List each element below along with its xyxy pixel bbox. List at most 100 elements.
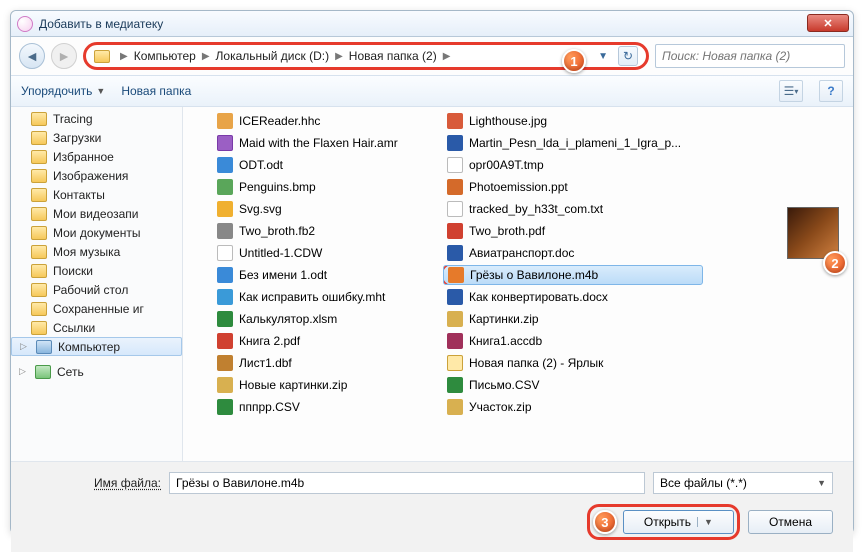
chevron-right-icon[interactable]: ▶ (441, 51, 453, 62)
chevron-down-icon[interactable]: ▼ (697, 517, 713, 527)
file-item[interactable]: ICEReader.hhc (213, 111, 443, 131)
file-name: Как конвертировать.docx (469, 290, 608, 304)
file-item[interactable]: Грёзы о Вавилоне.m4b (443, 265, 703, 285)
sidebar-item[interactable]: Ссылки (11, 318, 182, 337)
file-name: Книга1.accdb (469, 334, 542, 348)
file-item[interactable]: Penguins.bmp (213, 177, 443, 197)
view-menu-button[interactable]: ☰▾ (779, 80, 803, 102)
sidebar-item[interactable]: Tracing (11, 109, 182, 128)
sidebar-item[interactable]: Мои видеозапи (11, 204, 182, 223)
folder-icon (31, 150, 47, 164)
file-item[interactable]: Новая папка (2) - Ярлык (443, 353, 703, 373)
file-item[interactable]: Как конвертировать.docx (443, 287, 703, 307)
refresh-button[interactable]: ↻ (618, 46, 638, 66)
open-button[interactable]: Открыть ▼ (623, 510, 734, 534)
address-dropdown[interactable]: ▼ (592, 51, 614, 62)
file-item[interactable]: Без имени 1.odt (213, 265, 443, 285)
back-button[interactable]: ◄ (19, 43, 45, 69)
forward-button[interactable]: ► (51, 43, 77, 69)
file-item[interactable]: Martin_Pesn_lda_i_plameni_1_Igra_p... (443, 133, 703, 153)
toolbar: Упорядочить ▼ Новая папка ☰▾ ? (11, 75, 853, 107)
organize-menu[interactable]: Упорядочить ▼ (21, 84, 105, 98)
folder-icon (31, 321, 47, 335)
sidebar-item[interactable]: Загрузки (11, 128, 182, 147)
file-item[interactable]: Картинки.zip (443, 309, 703, 329)
itunes-icon (17, 16, 33, 32)
filetype-filter[interactable]: Все файлы (*.*) ▼ (653, 472, 833, 494)
file-name: Без имени 1.odt (239, 268, 327, 282)
file-icon (447, 157, 463, 173)
sidebar-item[interactable]: Сохраненные иг (11, 299, 182, 318)
file-item[interactable]: Svg.svg (213, 199, 443, 219)
file-name: Two_broth.fb2 (239, 224, 315, 238)
annotation-marker-1: 1 (562, 49, 586, 73)
file-item[interactable]: opr00A9T.tmp (443, 155, 703, 175)
file-name: пппрр.CSV (239, 400, 300, 414)
file-item[interactable]: Книга 2.pdf (213, 331, 443, 351)
file-name: Как исправить ошибку.mht (239, 290, 385, 304)
breadcrumb-computer[interactable]: Компьютер (134, 49, 196, 63)
file-item[interactable]: Two_broth.pdf (443, 221, 703, 241)
chevron-right-icon[interactable]: ▶ (333, 51, 345, 62)
file-item[interactable]: Книга1.accdb (443, 331, 703, 351)
sidebar-computer[interactable]: ▷Компьютер (11, 337, 182, 356)
file-icon (447, 289, 463, 305)
close-button[interactable]: ✕ (807, 14, 849, 32)
sidebar-item[interactable]: Избранное (11, 147, 182, 166)
file-item[interactable]: Новые картинки.zip (213, 375, 443, 395)
help-button[interactable]: ? (819, 80, 843, 102)
file-item[interactable]: Лист1.dbf (213, 353, 443, 373)
breadcrumb-folder[interactable]: Новая папка (2) (349, 49, 437, 63)
annotation-marker-3: 3 (593, 510, 617, 534)
sidebar-item[interactable]: Мои документы (11, 223, 182, 242)
address-bar[interactable]: ▶ Компьютер ▶ Локальный диск (D:) ▶ Нова… (83, 42, 649, 70)
file-name: Калькулятор.xlsm (239, 312, 337, 326)
file-name: Участок.zip (469, 400, 532, 414)
dialog-body: TracingЗагрузкиИзбранноеИзображенияКонта… (11, 107, 853, 461)
file-icon (217, 157, 233, 173)
file-icon (217, 201, 233, 217)
file-item[interactable]: Two_broth.fb2 (213, 221, 443, 241)
file-icon (447, 201, 463, 217)
file-item[interactable]: Maid with the Flaxen Hair.amr (213, 133, 443, 153)
file-item[interactable]: Untitled-1.CDW (213, 243, 443, 263)
file-name: Авиатранспорт.doc (469, 246, 574, 260)
chevron-right-icon[interactable]: ▶ (118, 51, 130, 62)
sidebar-item[interactable]: Поиски (11, 261, 182, 280)
filename-input[interactable] (169, 472, 645, 494)
chevron-right-icon[interactable]: ▶ (200, 51, 212, 62)
file-item[interactable]: Авиатранспорт.doc (443, 243, 703, 263)
cancel-button[interactable]: Отмена (748, 510, 833, 534)
sidebar-item[interactable]: Моя музыка (11, 242, 182, 261)
file-item[interactable]: Lighthouse.jpg (443, 111, 703, 131)
file-item[interactable]: Участок.zip (443, 397, 703, 417)
new-folder-button[interactable]: Новая папка (121, 84, 191, 98)
expand-icon[interactable]: ▷ (20, 341, 30, 352)
file-icon (447, 113, 463, 129)
sidebar-item[interactable]: Контакты (11, 185, 182, 204)
file-list: ICEReader.hhcMaid with the Flaxen Hair.a… (183, 107, 853, 461)
sidebar-item[interactable]: Изображения (11, 166, 182, 185)
file-item[interactable]: Письмо.CSV (443, 375, 703, 395)
file-name: Новая папка (2) - Ярлык (469, 356, 603, 370)
folder-icon (31, 264, 47, 278)
file-item[interactable]: ODT.odt (213, 155, 443, 175)
search-box[interactable] (655, 44, 845, 68)
breadcrumb-drive[interactable]: Локальный диск (D:) (216, 49, 330, 63)
file-item[interactable]: Калькулятор.xlsm (213, 309, 443, 329)
folder-icon (31, 245, 47, 259)
search-input[interactable] (662, 49, 838, 63)
file-item[interactable]: Как исправить ошибку.mht (213, 287, 443, 307)
file-icon (217, 113, 233, 129)
network-icon (35, 365, 51, 379)
file-item[interactable]: Photoemission.ppt (443, 177, 703, 197)
file-icon (447, 377, 463, 393)
file-icon (447, 245, 463, 261)
sidebar-network[interactable]: ▷Сеть (11, 362, 182, 381)
titlebar: Добавить в медиатеку ✕ (11, 11, 853, 37)
file-icon (447, 223, 463, 239)
sidebar-item[interactable]: Рабочий стол (11, 280, 182, 299)
expand-icon[interactable]: ▷ (19, 366, 29, 377)
file-item[interactable]: tracked_by_h33t_com.txt (443, 199, 703, 219)
file-item[interactable]: пппрр.CSV (213, 397, 443, 417)
